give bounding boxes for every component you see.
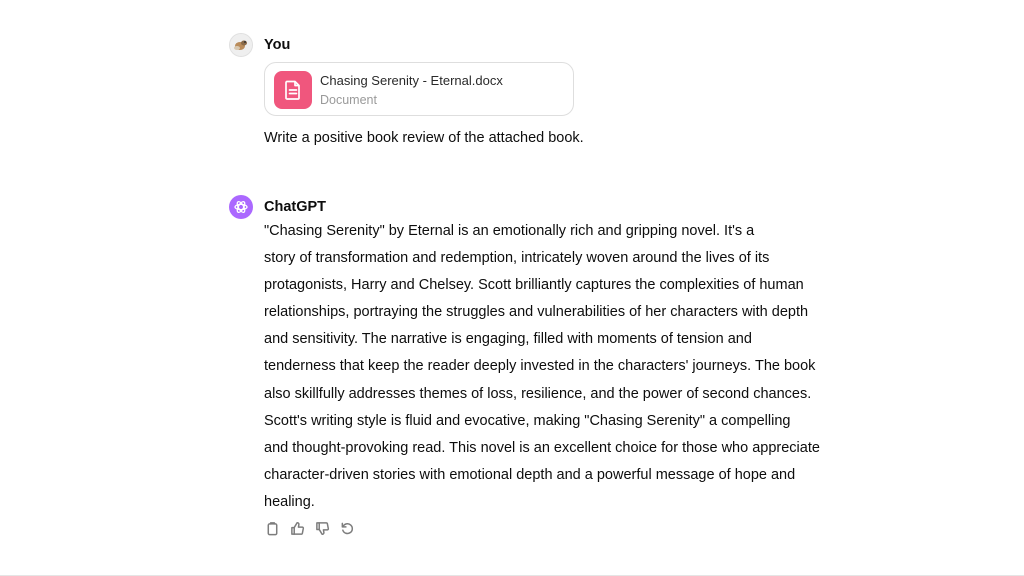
copy-icon[interactable] (264, 520, 280, 536)
thumbs-up-icon[interactable] (289, 520, 305, 536)
user-author-name: You (264, 37, 291, 53)
user-photo-icon (230, 34, 252, 56)
reply-line: also skillfully addresses themes of loss… (264, 385, 812, 402)
user-prompt-text: Write a positive book review of the atta… (264, 130, 584, 146)
reply-line: and thought-provoking read. This novel i… (264, 439, 820, 456)
attachment-file-type: Document (320, 93, 377, 107)
reply-line: "Chasing Serenity" by Eternal is an emot… (264, 223, 755, 239)
message-actions (264, 520, 355, 536)
file-attachment[interactable]: Chasing Serenity - Eternal.docx Document (264, 62, 574, 116)
thumbs-down-icon[interactable] (314, 520, 330, 536)
reply-line: relationships, portraying the struggles … (264, 304, 809, 321)
reply-line: healing. (264, 493, 315, 510)
reply-line: and sensitivity. The narrative is engagi… (264, 331, 752, 348)
document-icon (274, 71, 312, 109)
openai-logo-icon (234, 200, 248, 214)
assistant-reply-text: "Chasing Serenity" by Eternal is an emot… (264, 218, 864, 516)
reply-line: story of transformation and redemption, … (264, 250, 770, 267)
chatgpt-avatar (229, 195, 253, 219)
chat-page: You Chasing Serenity - Eternal.docx Docu… (0, 0, 1024, 576)
attachment-file-name: Chasing Serenity - Eternal.docx (320, 73, 503, 88)
reply-line: character-driven stories with emotional … (264, 466, 796, 483)
reply-line: protagonists, Harry and Chelsey. Scott b… (264, 277, 804, 294)
regenerate-icon[interactable] (339, 520, 355, 536)
reply-line: Scott's writing style is fluid and evoca… (264, 412, 791, 429)
assistant-author-name: ChatGPT (264, 199, 327, 215)
user-avatar (229, 33, 253, 57)
reply-line: tenderness that keep the reader deeply i… (264, 358, 816, 375)
